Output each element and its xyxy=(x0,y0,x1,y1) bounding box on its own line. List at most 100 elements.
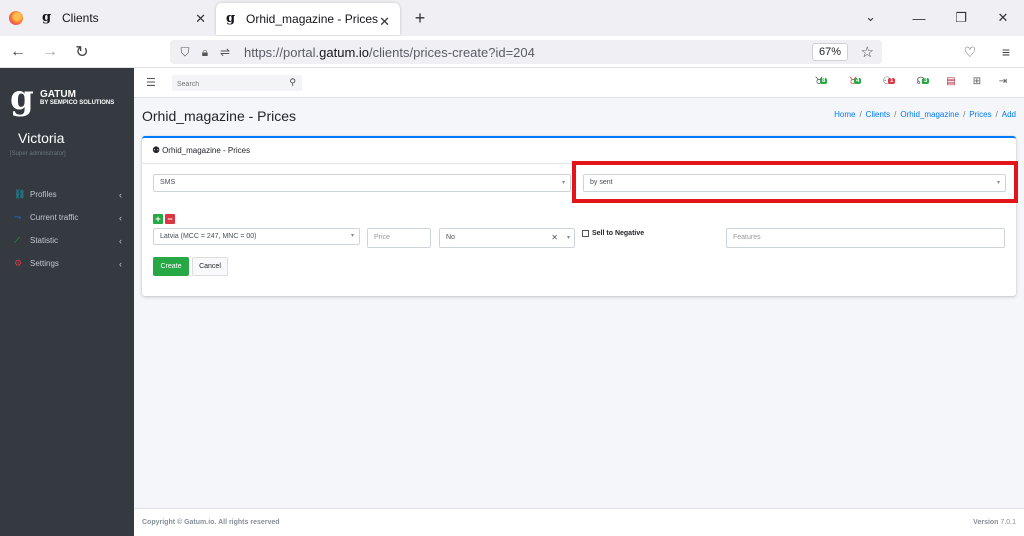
sidebar-item-profiles[interactable]: ⛓ Profiles ‹ xyxy=(0,183,134,206)
chevron-left-icon: ‹ xyxy=(119,212,122,223)
sidebar-item-current-traffic[interactable]: ⤳ Current traffic ‹ xyxy=(0,206,134,229)
sell-to-negative-checkbox[interactable]: Sell to Negative xyxy=(582,230,644,237)
lock-icon[interactable]: 🔒︎ xyxy=(196,45,214,60)
sidebar-item-statistic[interactable]: ⟋ Statistic ‹ xyxy=(0,229,134,252)
add-row-button[interactable]: + xyxy=(153,214,163,224)
brand-sub: BY SEMPICO SOLUTIONS xyxy=(40,100,115,107)
breadcrumb-client[interactable]: Orhid_magazine xyxy=(900,110,959,119)
brand-name: GATUM xyxy=(40,89,76,101)
chevron-left-icon: ‹ xyxy=(119,189,122,200)
user-role: [Super administrator] xyxy=(10,151,66,157)
forward-button[interactable]: → xyxy=(36,38,64,66)
page-title: Orhid_magazine - Prices xyxy=(142,108,297,124)
sidebar-item-settings[interactable]: ⚙ Settings ‹ xyxy=(0,252,134,275)
type-select[interactable]: SMS ▾ xyxy=(153,174,571,192)
content-header: Orhid_magazine - Prices Home / Clients / Orh… xyxy=(134,98,1024,134)
price-placeholder: Price xyxy=(374,234,390,241)
sidebar-item-label: Profiles xyxy=(30,190,57,199)
menu-icon[interactable]: ≡ xyxy=(988,44,1024,60)
breadcrumb-add[interactable]: Add xyxy=(1002,110,1016,119)
badge-count: 8 xyxy=(820,78,828,84)
app-topbar: ☰ ⚲ ♉ 8 ♉ 4 ⚇ 1 ☊ 3 ▤ ⊞ ⇥ xyxy=(134,68,1024,98)
window-controls: — ❐ ✕ xyxy=(898,0,1024,36)
features-input[interactable]: Features xyxy=(726,228,1005,248)
close-tab-icon[interactable]: ✕ xyxy=(195,11,206,27)
no-select[interactable]: No ✕ ▾ xyxy=(439,228,575,248)
gears-icon: ⚙ xyxy=(14,258,23,268)
prices-card: ⚉ Orhid_magazine - Prices xyxy=(142,136,1016,296)
sidebar-item-label: Current traffic xyxy=(30,213,79,222)
breadcrumb-prices[interactable]: Prices xyxy=(969,110,991,119)
sell-to-negative-label: Sell to Negative xyxy=(592,230,645,237)
back-button[interactable]: ← xyxy=(4,38,32,66)
tab-title: Clients xyxy=(62,11,99,25)
logout-icon[interactable]: ⇥ xyxy=(990,76,1016,87)
dropdown-arrow-icon: ▾ xyxy=(350,233,354,239)
cancel-button[interactable]: Cancel xyxy=(192,257,228,276)
sidebar: g GATUM BY SEMPICO SOLUTIONS Victoria [S… xyxy=(0,68,134,536)
zoom-level[interactable]: 67% xyxy=(811,43,848,61)
notification-pig-1[interactable]: ♉ 8 xyxy=(802,76,836,87)
dropdown-arrow-icon[interactable]: ▾ xyxy=(567,229,570,247)
minimize-icon[interactable]: — xyxy=(898,11,940,26)
tab-title: Orhid_magazine - Prices xyxy=(246,12,379,26)
dropdown-arrow-icon: ▾ xyxy=(561,180,565,186)
notification-pig-2[interactable]: ♉ 4 xyxy=(836,76,870,87)
search-input[interactable] xyxy=(172,76,272,93)
clear-icon[interactable]: ✕ xyxy=(551,229,558,247)
search-icon[interactable]: ⚲ xyxy=(289,77,296,88)
highlight-box xyxy=(572,161,1018,203)
notification-badges: ♉ 8 ♉ 4 ⚇ 1 ☊ 3 ▤ ⊞ ⇥ xyxy=(802,76,1016,87)
notification-ear[interactable]: ☊ 3 xyxy=(904,76,938,87)
remove-row-button[interactable]: − xyxy=(165,214,175,224)
tab-prices[interactable]: g Orhid_magazine - Prices ✕ xyxy=(216,3,400,35)
permissions-icon[interactable]: ⇌ xyxy=(216,45,234,59)
breadcrumb-clients[interactable]: Clients xyxy=(866,110,890,119)
gatum-logo-icon: g xyxy=(10,78,34,118)
brand-logo[interactable]: g GATUM BY SEMPICO SOLUTIONS xyxy=(0,68,134,128)
url-text[interactable]: https://portal.gatum.io/clients/prices-c… xyxy=(244,45,535,60)
flag-us-icon[interactable]: ▤ xyxy=(938,76,964,87)
reload-button[interactable]: ↻ xyxy=(68,38,96,66)
breadcrumb: Home / Clients / Orhid_magazine / Prices / Add xyxy=(834,110,1016,119)
sidebar-menu: ⛓ Profiles ‹ ⤳ Current traffic ‹ ⟋ Stati… xyxy=(0,183,134,275)
type-select-value: SMS xyxy=(160,179,176,186)
chevron-left-icon: ‹ xyxy=(119,258,122,269)
gatum-favicon-icon: g xyxy=(42,10,52,25)
browser-tabbar: g Clients ✕ g Orhid_magazine - Prices ✕ … xyxy=(0,0,1024,36)
restore-icon[interactable]: ❐ xyxy=(940,10,982,26)
pocket-icon[interactable]: ♡ xyxy=(952,44,988,61)
badge-count: 1 xyxy=(888,78,896,84)
country-select[interactable]: Latvia (MCC = 247, MNC = 00) ▾ xyxy=(153,228,360,245)
chart-icon: ⟋ xyxy=(14,235,21,245)
badge-count: 4 xyxy=(854,78,862,84)
breadcrumb-home[interactable]: Home xyxy=(834,110,855,119)
bookmark-star-icon[interactable]: ☆ xyxy=(861,43,874,61)
card-title: Orhid_magazine - Prices xyxy=(162,146,251,155)
list-tabs-icon[interactable]: ⌄ xyxy=(865,9,876,25)
url-bar[interactable]: ⛉ 🔒︎ ⇌ https://portal.gatum.io/clients/p… xyxy=(170,40,882,64)
hamburger-menu-icon[interactable]: ☰ xyxy=(146,76,156,89)
new-tab-button[interactable]: + xyxy=(406,0,434,36)
grid-icon[interactable]: ⊞ xyxy=(964,76,990,87)
close-tab-icon[interactable]: ✕ xyxy=(379,14,390,30)
copyright-text: Copyright © Gatum.io. All rights reserve… xyxy=(142,519,280,526)
shield-icon[interactable]: ⛉ xyxy=(176,45,194,60)
country-select-value: Latvia (MCC = 247, MNC = 00) xyxy=(160,233,257,240)
search-box: ⚲ xyxy=(172,75,302,93)
checkbox-box[interactable] xyxy=(582,230,589,237)
create-button[interactable]: Create xyxy=(153,257,189,276)
network-icon: ⛓ xyxy=(14,189,26,199)
tab-clients[interactable]: g Clients ✕ xyxy=(32,0,217,36)
features-placeholder: Features xyxy=(733,234,761,241)
price-input[interactable]: Price xyxy=(367,228,431,248)
user-secret-icon: ⚉ xyxy=(152,145,161,155)
no-select-value: No xyxy=(446,234,455,241)
gatum-favicon-icon: g xyxy=(226,11,236,26)
sidebar-item-label: Settings xyxy=(30,259,59,268)
close-window-icon[interactable]: ✕ xyxy=(982,10,1024,26)
notification-users[interactable]: ⚇ 1 xyxy=(870,76,904,87)
footer: Copyright © Gatum.io. All rights reserve… xyxy=(134,508,1024,536)
user-name[interactable]: Victoria xyxy=(0,130,134,146)
firefox-icon[interactable] xyxy=(0,0,32,36)
